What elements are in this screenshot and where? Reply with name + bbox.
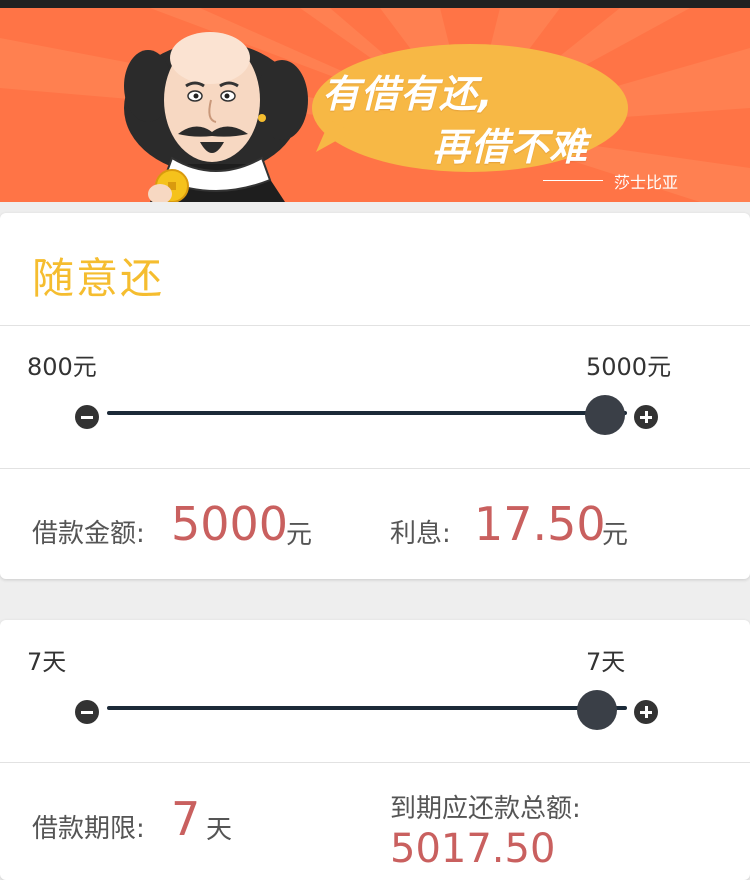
interest-unit: 元 [602, 520, 629, 550]
total-due-value: 5017.50 [390, 826, 556, 872]
loan-amount-label: 借款金额: [32, 519, 145, 549]
banner-slogan-line1: 有借有还, [322, 72, 494, 116]
term-value: 7 [171, 792, 201, 846]
repay-card: 随意还 800元 5000元 借款金额: 5000 元 利息: 17.50 元 [0, 213, 750, 579]
loan-amount-unit: 元 [286, 520, 313, 550]
divider [0, 325, 750, 326]
term-max-label: 7天 [586, 648, 626, 676]
interest-label: 利息: [390, 519, 451, 549]
banner-slogan-line2: 再借不难 [432, 125, 589, 169]
term-increase-button[interactable] [634, 700, 658, 724]
minus-circle-icon [81, 710, 93, 714]
amount-max-label: 5000元 [586, 353, 672, 381]
term-decrease-button[interactable] [75, 700, 99, 724]
loan-amount-value: 5000 [171, 497, 289, 551]
status-bar [0, 0, 750, 8]
divider [0, 762, 750, 763]
shakespeare-figure [124, 32, 308, 202]
amount-increase-button[interactable] [634, 405, 658, 429]
total-due-label: 到期应还款总额: [390, 794, 581, 824]
interest-value: 17.50 [474, 497, 606, 551]
amount-slider-track[interactable] [107, 411, 627, 415]
term-slider-track[interactable] [107, 706, 627, 710]
amount-min-label: 800元 [27, 353, 97, 381]
term-slider-thumb[interactable] [577, 690, 617, 730]
term-card: 7天 7天 借款期限: 7 天 到期应还款总额: 5017.50 [0, 620, 750, 880]
attribution-dash [543, 180, 603, 181]
divider [0, 468, 750, 469]
amount-slider-thumb[interactable] [585, 395, 625, 435]
term-min-label: 7天 [27, 648, 67, 676]
card-title: 随意还 [32, 254, 165, 303]
term-label: 借款期限: [32, 814, 145, 844]
minus-circle-icon [81, 415, 93, 419]
banner-attribution: 莎士比亚 [614, 173, 679, 192]
term-unit: 天 [206, 815, 233, 845]
promo-banner[interactable]: 有借有还, 再借不难 莎士比亚 [0, 8, 750, 202]
amount-decrease-button[interactable] [75, 405, 99, 429]
